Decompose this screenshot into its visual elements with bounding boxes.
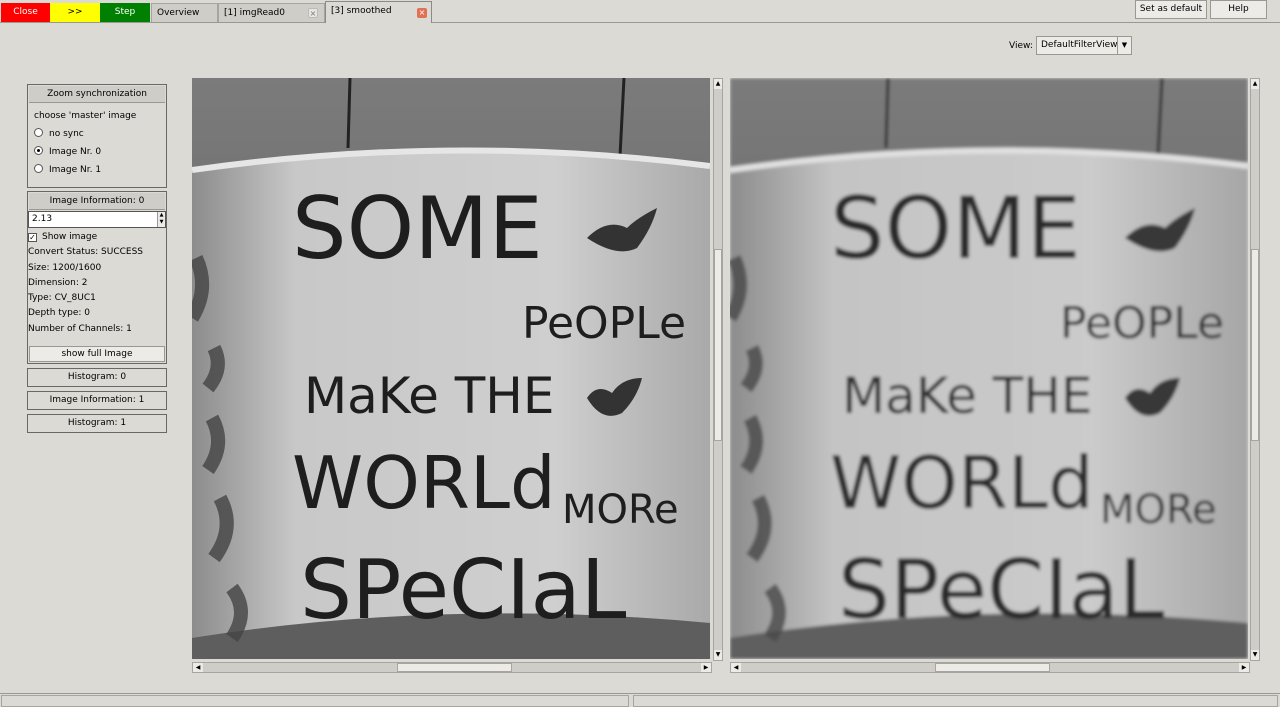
mug-text-people: PeOPLe [522,298,686,349]
scroll-thumb[interactable] [1251,249,1259,441]
step-button[interactable]: Step [100,3,150,22]
checkbox-checked-icon[interactable]: ✓ [28,233,37,242]
radio-label: Image Nr. 0 [49,147,102,157]
radio-image-0[interactable]: Image Nr. 0 [28,143,166,161]
image-info-1-header[interactable]: Image Information: 1 [27,391,167,410]
status-cell [633,695,1278,707]
close-tab-icon[interactable]: × [417,8,427,18]
view-select-value: DefaultFilterView [1041,40,1118,50]
scroll-down-icon[interactable]: ▼ [714,650,722,660]
tab-label: [3] smoothed [331,6,392,16]
mug-text-more: MORe [1100,487,1217,533]
show-image-label: Show image [42,232,98,242]
mug-text-world: WORLd [292,441,556,525]
radio-selected-icon[interactable] [34,146,43,155]
mug-image-smoothed: SOME PeOPLe MaKe THE WORLd MORe SPeCIaL [730,78,1248,659]
mug-text-some: SOME [292,179,543,279]
close-tab-icon[interactable]: × [308,8,318,18]
status-bar [0,693,1280,707]
scroll-down-icon[interactable]: ▼ [1251,650,1259,660]
scroll-right-icon[interactable]: ▶ [1239,663,1249,672]
image-view-0[interactable]: SOME PeOPLe MaKe THE WORLd MORe SPeCIaL [192,78,710,659]
tab-imgread0[interactable]: [1] imgRead0 × [218,3,325,22]
radio-icon[interactable] [34,164,43,173]
scroll-thumb[interactable] [714,249,722,441]
image-type: Type: CV_8UC1 [28,293,96,304]
top-toolbar: Close >> Step Overview [1] imgRead0 × [3… [0,0,1280,23]
view-label: View: [1009,41,1033,51]
zoom-value: 2.13 [32,214,53,224]
tab-smoothed[interactable]: [3] smoothed × [325,1,432,23]
zoom-spinbox[interactable]: 2.13 ▲ ▼ [28,211,166,228]
status-cell [1,695,629,707]
mug-text-special: SPeCIaL [838,543,1165,638]
tab-label: Overview [157,8,200,18]
mug-text-people: PeOPLe [1060,298,1224,349]
image-size: Size: 1200/1600 [28,262,102,273]
image-info-0-header[interactable]: Image Information: 0 [29,193,165,210]
close-button[interactable]: Close [1,3,50,22]
zoom-sync-panel: Zoom synchronization choose 'master' ima… [27,84,167,188]
image-view-1[interactable]: SOME PeOPLe MaKe THE WORLd MORe SPeCIaL [730,78,1248,659]
show-full-image-button[interactable]: show full Image [29,346,165,362]
image-view-0-hscrollbar[interactable]: ◀ ▶ [192,662,712,673]
image-info-0-panel: Image Information: 0 2.13 ▲ ▼ ✓ Show image… [27,191,167,364]
scroll-left-icon[interactable]: ◀ [193,663,203,672]
depth-type: Depth type: 0 [28,308,90,319]
scroll-up-icon[interactable]: ▲ [1251,79,1259,89]
help-button[interactable]: Help [1210,0,1267,19]
scroll-right-icon[interactable]: ▶ [701,663,711,672]
fast-forward-button[interactable]: >> [50,3,100,22]
scroll-thumb[interactable] [397,663,512,672]
show-image-checkbox[interactable]: ✓ Show image [28,230,166,245]
histogram-1-header[interactable]: Histogram: 1 [27,414,167,433]
mug-text-make-the: MaKe THE [842,367,1092,425]
mug-text-make-the: MaKe THE [304,367,554,425]
tab-label: [1] imgRead0 [224,8,285,18]
radio-icon[interactable] [34,128,43,137]
mug-text-more: MORe [562,487,679,533]
mug-text-world: WORLd [830,441,1094,525]
mug-text-some: SOME [830,179,1081,279]
image-dimension: Dimension: 2 [28,277,88,288]
radio-no-sync[interactable]: no sync [28,125,166,143]
zoom-sync-prompt: choose 'master' image [34,111,137,121]
scroll-thumb[interactable] [935,663,1050,672]
radio-label: no sync [49,129,84,139]
zoom-sync-header[interactable]: Zoom synchronization [29,86,165,103]
tab-overview[interactable]: Overview [151,3,218,22]
mug-text-special: SPeCIaL [300,543,627,638]
image-view-1-vscrollbar[interactable]: ▲ ▼ [1250,78,1260,661]
set-as-default-button[interactable]: Set as default [1135,0,1207,19]
scroll-left-icon[interactable]: ◀ [731,663,741,672]
image-view-0-vscrollbar[interactable]: ▲ ▼ [713,78,723,661]
dropdown-arrow-icon[interactable]: ▼ [1117,37,1131,54]
scroll-up-icon[interactable]: ▲ [714,79,722,89]
convert-status: Convert Status: SUCCESS [28,247,144,258]
view-select[interactable]: DefaultFilterView ▼ [1036,36,1132,55]
histogram-0-header[interactable]: Histogram: 0 [27,368,167,387]
radio-label: Image Nr. 1 [49,165,102,175]
spin-arrows-icon[interactable]: ▲ ▼ [157,212,165,227]
image-view-1-hscrollbar[interactable]: ◀ ▶ [730,662,1250,673]
radio-image-1[interactable]: Image Nr. 1 [28,161,166,179]
channel-count: Number of Channels: 1 [28,323,132,334]
mug-image-original: SOME PeOPLe MaKe THE WORLd MORe SPeCIaL [192,78,710,659]
